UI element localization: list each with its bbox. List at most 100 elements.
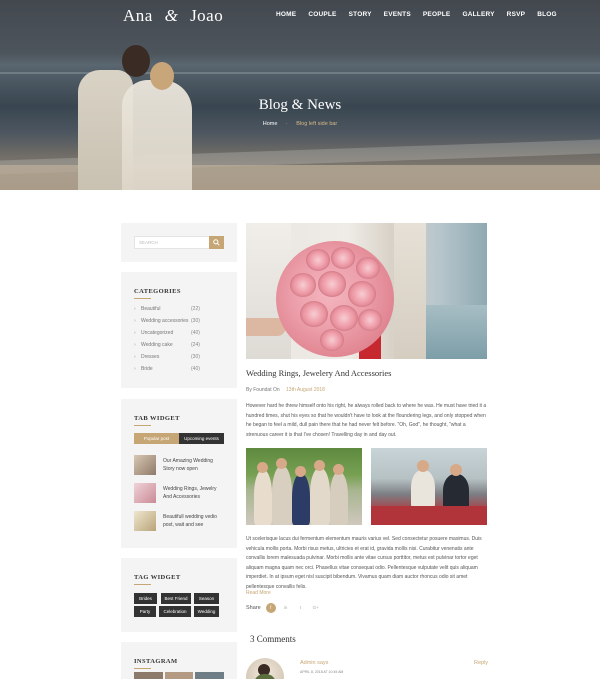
title-underline [134,298,151,299]
category-item[interactable]: › Uncategorized (40) [134,330,224,342]
popular-post-item[interactable]: Our Amazing Wedding Story now open [134,455,224,477]
head [276,458,287,469]
rose [356,257,380,279]
share-label: Share [246,605,261,611]
tag-party[interactable]: Party [134,606,156,617]
tag-season[interactable]: Season [194,593,219,604]
head [257,462,268,473]
logo-name-right: Joao [190,6,224,25]
head [333,464,344,475]
post-by-label: By [246,387,252,393]
breadcrumb-current: Blog left side bar [296,121,338,127]
groom-figure [394,223,426,359]
post-gallery-image-car[interactable] [371,448,487,525]
tag-wedding[interactable]: Wedding [194,606,219,617]
category-count: (40) [191,330,200,336]
post-title[interactable]: Wedding Rings, Jewelery And Accessories [246,368,391,378]
popular-post-item[interactable]: Beautifull wedding vedio post, wait and … [134,511,224,533]
post-link[interactable]: Beautifull wedding vedio post, wait and … [163,513,225,529]
tab-upcoming-events[interactable]: Upcoming events [179,433,224,444]
top-navigation: Ana & Joao HOME COUPLE STORY EVENTS PEOP… [0,0,600,32]
person [330,472,348,525]
car-body [371,506,487,525]
post-paragraph-1: However hard he threw himself onto his r… [246,403,487,438]
rose [300,301,328,327]
comments-title: 3 Comments [250,634,296,644]
search-icon [213,239,220,246]
category-item[interactable]: › Bride (40) [134,366,224,378]
chevron-right-icon: › [134,318,136,324]
reply-link[interactable]: Reply [474,660,488,666]
instagram-image[interactable] [164,672,194,679]
post-meta: By Foundat On 13th August 2018 [246,387,325,393]
category-count: (30) [191,318,200,324]
twitter-icon[interactable]: t [296,603,306,613]
post-link[interactable]: Our Amazing Wedding Story now open [163,457,225,473]
tab-popular-post[interactable]: Popular post [134,433,179,444]
linkedin-icon[interactable]: in [281,603,291,613]
rose [318,271,346,297]
tag-celebration[interactable]: Celebration [159,606,191,617]
head [314,460,325,471]
logo-ampersand: & [164,6,179,25]
chevron-right-icon: › [134,306,136,312]
tag-best-friend[interactable]: Best Friend [161,593,191,604]
site-logo[interactable]: Ana & Joao [123,6,223,26]
nav-couple[interactable]: COUPLE [308,11,336,18]
tag-brides[interactable]: Brides [134,593,157,604]
instagram-image[interactable] [134,672,163,679]
category-item[interactable]: › Wedding accessories (30) [134,318,224,330]
search-button[interactable] [209,236,224,249]
category-count: (30) [191,354,200,360]
breadcrumb-separator: · [285,121,288,127]
post-author[interactable]: Foundat On [253,387,279,393]
hero-banner: Ana & Joao HOME COUPLE STORY EVENTS PEOP… [0,0,600,190]
person [272,466,292,525]
title-underline [134,584,151,585]
comment-date: APRIL 8, 2018 AT 10:45 AM [300,670,344,674]
couple-photo [70,40,205,190]
nav-gallery[interactable]: GALLERY [462,11,494,18]
category-name: Wedding cake [141,342,173,348]
nav-rsvp[interactable]: RSVP [507,11,526,18]
nav-events[interactable]: EVENTS [384,11,411,18]
popular-post-item[interactable]: Wedding Rings, Jewelry And Accessories [134,483,224,505]
chevron-right-icon: › [134,342,136,348]
tag-widget: TAG WIDGET Brides Best Friend Season Par… [121,558,237,632]
avatar [246,658,284,679]
post-thumbnail [134,511,156,531]
nav-people[interactable]: PEOPLE [423,11,451,18]
main-menu: HOME COUPLE STORY EVENTS PEOPLE GALLERY … [276,11,569,18]
category-item[interactable]: › Wedding cake (24) [134,342,224,354]
breadcrumb: Home · Blog left side bar [0,121,600,127]
category-item[interactable]: › Beautiful (22) [134,306,224,318]
category-name: Bride [141,366,153,372]
comment-author[interactable]: Admin says [300,660,328,666]
category-list: › Beautiful (22) › Wedding accessories (30) … [134,306,224,378]
chevron-right-icon: › [134,330,136,336]
post-gallery-image-bridesmaids[interactable] [246,448,362,525]
google-plus-icon[interactable]: G+ [311,603,321,613]
avatar-body [254,674,276,679]
breadcrumb-home[interactable]: Home [263,121,278,127]
chevron-right-icon: › [134,366,136,372]
category-item[interactable]: › Dresses (30) [134,354,224,366]
nav-home[interactable]: HOME [276,11,296,18]
category-name: Wedding accessories [141,318,189,324]
instagram-image[interactable] [195,672,225,679]
instagram-thumbnails [134,672,225,679]
search-widget: SEARCH [121,223,237,262]
bouquet [276,241,394,357]
post-featured-image[interactable] [246,223,487,359]
nav-story[interactable]: STORY [349,11,372,18]
search-input[interactable]: SEARCH [134,236,210,249]
post-link[interactable]: Wedding Rings, Jewelry And Accessories [163,485,225,501]
facebook-icon[interactable]: f [265,603,276,613]
rose [320,329,344,351]
read-more-link[interactable]: Read More [246,590,271,596]
person [310,468,330,525]
rose [306,249,330,271]
head [417,460,429,472]
tab-widget: TAB WIDGET Popular post Upcoming events … [121,399,237,548]
nav-blog[interactable]: BLOG [537,11,557,18]
